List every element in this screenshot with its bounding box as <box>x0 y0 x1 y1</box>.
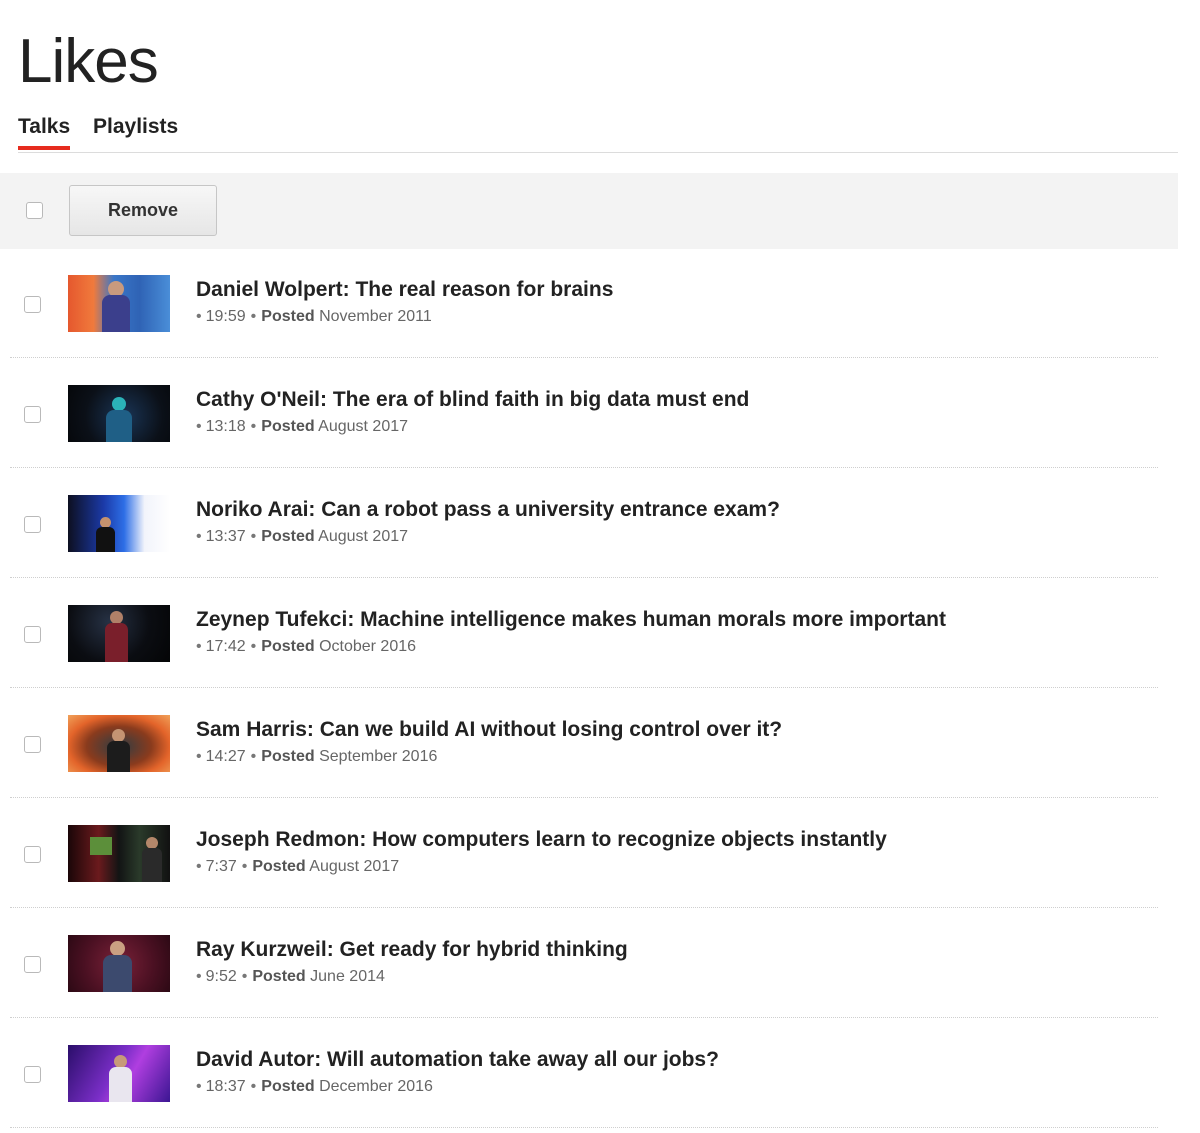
talk-row: Sam Harris: Can we build AI without losi… <box>0 689 1200 799</box>
talk-select-checkbox[interactable] <box>24 296 41 313</box>
talk-list: Daniel Wolpert: The real reason for brai… <box>0 249 1200 1129</box>
talk-thumbnail[interactable] <box>68 495 170 552</box>
talk-thumbnail[interactable] <box>68 275 170 332</box>
talk-duration: 13:37 <box>205 528 246 545</box>
talk-title[interactable]: David Autor: Will automation take away a… <box>196 1047 719 1073</box>
talk-meta: • 13:18 • Posted August 2017 <box>196 417 408 437</box>
page-title: Likes <box>18 27 159 96</box>
talk-select-checkbox[interactable] <box>24 1066 41 1083</box>
talk-duration: 9:52 <box>205 968 237 985</box>
remove-button[interactable]: Remove <box>69 185 217 236</box>
talk-thumbnail[interactable] <box>68 825 170 882</box>
talk-select-checkbox[interactable] <box>24 846 41 863</box>
talk-posted-date: October 2016 <box>319 638 417 655</box>
talk-thumbnail[interactable] <box>68 715 170 772</box>
talk-select-checkbox[interactable] <box>24 956 41 973</box>
talk-duration: 13:18 <box>205 418 246 435</box>
talk-title[interactable]: Sam Harris: Can we build AI without losi… <box>196 717 782 743</box>
talk-title[interactable]: Cathy O'Neil: The era of blind faith in … <box>196 387 749 413</box>
posted-label: Posted <box>261 748 315 765</box>
talk-select-checkbox[interactable] <box>24 516 41 533</box>
meta-separator: • <box>241 968 248 985</box>
meta-bullet: • <box>196 858 202 875</box>
talk-row: Daniel Wolpert: The real reason for brai… <box>0 249 1200 359</box>
posted-label: Posted <box>252 968 306 985</box>
meta-bullet: • <box>196 748 202 765</box>
meta-separator: • <box>250 748 257 765</box>
talk-duration: 7:37 <box>205 858 237 875</box>
meta-bullet: • <box>196 308 202 325</box>
talk-posted-date: June 2014 <box>310 968 385 985</box>
talk-meta: • 17:42 • Posted October 2016 <box>196 637 416 657</box>
posted-label: Posted <box>252 858 306 875</box>
talk-select-checkbox[interactable] <box>24 736 41 753</box>
meta-separator: • <box>250 308 257 325</box>
meta-separator: • <box>250 638 257 655</box>
posted-label: Posted <box>261 638 315 655</box>
meta-separator: • <box>250 418 257 435</box>
talk-duration: 17:42 <box>205 638 246 655</box>
meta-bullet: • <box>196 638 202 655</box>
talk-thumbnail[interactable] <box>68 385 170 442</box>
posted-label: Posted <box>261 308 315 325</box>
talk-row: Zeynep Tufekci: Machine intelligence mak… <box>0 579 1200 689</box>
posted-label: Posted <box>261 418 315 435</box>
talk-meta: • 19:59 • Posted November 2011 <box>196 307 432 327</box>
likes-page: Likes Talks Playlists Remove Daniel Wolp… <box>0 0 1200 1133</box>
talk-title[interactable]: Joseph Redmon: How computers learn to re… <box>196 827 887 853</box>
talk-row: Joseph Redmon: How computers learn to re… <box>0 799 1200 909</box>
talk-posted-date: August 2017 <box>318 528 409 545</box>
talk-meta: • 18:37 • Posted December 2016 <box>196 1077 433 1097</box>
meta-bullet: • <box>196 528 202 545</box>
meta-separator: • <box>250 1078 257 1095</box>
talk-duration: 19:59 <box>205 308 246 325</box>
talk-meta: • 14:27 • Posted September 2016 <box>196 747 437 767</box>
tab-playlists[interactable]: Playlists <box>93 112 178 142</box>
talk-title[interactable]: Noriko Arai: Can a robot pass a universi… <box>196 497 780 523</box>
meta-separator: • <box>241 858 248 875</box>
select-all-checkbox[interactable] <box>26 202 43 219</box>
talk-row: Noriko Arai: Can a robot pass a universi… <box>0 469 1200 579</box>
talk-duration: 18:37 <box>205 1078 246 1095</box>
talk-row: David Autor: Will automation take away a… <box>0 1019 1200 1129</box>
talk-meta: • 9:52 • Posted June 2014 <box>196 967 385 987</box>
tab-talks[interactable]: Talks <box>18 112 71 150</box>
talk-meta: • 13:37 • Posted August 2017 <box>196 527 408 547</box>
talk-thumbnail[interactable] <box>68 605 170 662</box>
talk-title[interactable]: Daniel Wolpert: The real reason for brai… <box>196 277 613 303</box>
talk-posted-date: August 2017 <box>318 418 409 435</box>
meta-bullet: • <box>196 1078 202 1095</box>
talk-title[interactable]: Ray Kurzweil: Get ready for hybrid think… <box>196 937 628 963</box>
tab-bar: Talks Playlists <box>18 112 1178 153</box>
talk-posted-date: August 2017 <box>309 858 400 875</box>
talk-title[interactable]: Zeynep Tufekci: Machine intelligence mak… <box>196 607 946 633</box>
talk-thumbnail[interactable] <box>68 935 170 992</box>
posted-label: Posted <box>261 528 315 545</box>
talk-select-checkbox[interactable] <box>24 626 41 643</box>
talk-posted-date: November 2011 <box>319 308 432 325</box>
posted-label: Posted <box>261 1078 315 1095</box>
meta-bullet: • <box>196 968 202 985</box>
meta-bullet: • <box>196 418 202 435</box>
talk-row: Cathy O'Neil: The era of blind faith in … <box>0 359 1200 469</box>
talk-select-checkbox[interactable] <box>24 406 41 423</box>
talk-posted-date: September 2016 <box>319 748 438 765</box>
talk-duration: 14:27 <box>205 748 246 765</box>
talk-thumbnail[interactable] <box>68 1045 170 1102</box>
talk-posted-date: December 2016 <box>319 1078 433 1095</box>
talk-meta: • 7:37 • Posted August 2017 <box>196 857 399 877</box>
talk-row: Ray Kurzweil: Get ready for hybrid think… <box>0 909 1200 1019</box>
bulk-actions-toolbar: Remove <box>0 173 1178 249</box>
meta-separator: • <box>250 528 257 545</box>
